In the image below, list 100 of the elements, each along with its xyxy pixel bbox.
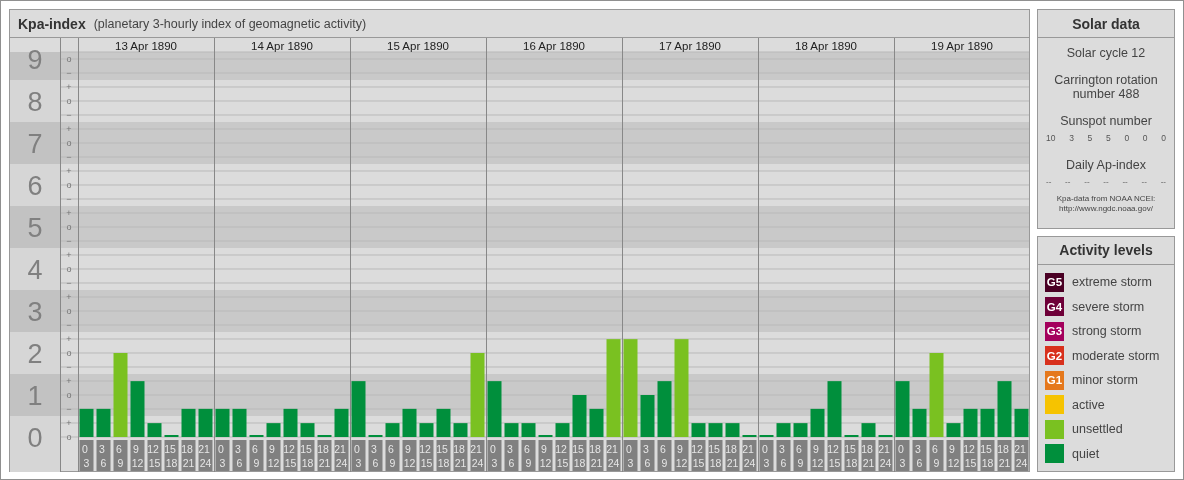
subdivision-label: + (66, 376, 72, 386)
time-slot-label: 18 21 (317, 440, 332, 471)
time-slot-label: 6 9 (929, 440, 944, 471)
time-slot-label: 18 21 (997, 440, 1012, 471)
x-tick-label: 6 9 (524, 443, 532, 469)
solar-cycle: Solar cycle 12 (1065, 46, 1147, 60)
subdivision-label: + (66, 250, 72, 260)
subdivision-label: + (66, 124, 72, 134)
carrington-rotation: Carrington rotation number 488 (1053, 73, 1159, 101)
time-slot-label: 6 9 (385, 440, 400, 471)
date-label: 16 Apr 1890 (523, 39, 585, 52)
subdivision-label: o (66, 264, 72, 274)
time-slot-label: 9 12 (538, 440, 553, 471)
level-label: moderate storm (1072, 348, 1160, 363)
subdivision-label: − (66, 194, 72, 204)
subdivision-label: + (66, 166, 72, 176)
time-slot-label: 15 18 (572, 440, 587, 471)
time-slot-label: 15 18 (708, 440, 723, 471)
time-slot-label: 9 12 (266, 440, 281, 471)
level-label: severe storm (1072, 299, 1145, 314)
time-slot-label: 6 9 (521, 440, 536, 471)
subdivision-label: o (66, 348, 72, 358)
x-tick-label: 3 6 (643, 443, 651, 469)
time-slot-label: 6 9 (793, 440, 808, 471)
kp-level-label: 3 (27, 297, 43, 327)
kp-level-label: 1 (27, 381, 43, 411)
time-slot-label: 18 21 (181, 440, 196, 471)
date-label: 17 Apr 1890 (659, 39, 721, 52)
source-link[interactable]: http://www.ngdc.noaa.gov/ (1059, 204, 1153, 214)
subdivision-label: − (66, 110, 72, 120)
time-slot-label: 9 12 (810, 440, 825, 471)
ap-index-value: -- (1141, 177, 1147, 186)
time-slot-label: 0 3 (79, 440, 94, 471)
subdivision-label: o (66, 432, 72, 442)
date-label: 14 Apr 1890 (251, 39, 313, 52)
x-tick-label: 0 3 (82, 443, 90, 469)
subdivision-label: − (66, 236, 72, 246)
level-label: strong storm (1072, 324, 1142, 338)
ap-index-value: -- (1103, 177, 1109, 186)
subdivision-label: − (66, 362, 72, 372)
source-note: Kpa-data from NOAA NCEI: (1056, 194, 1156, 204)
panel-heading: Activity levels (1038, 236, 1174, 265)
level-swatch: G2 (1045, 346, 1064, 365)
time-slot-label: 15 18 (844, 440, 859, 471)
time-slot-label: 0 3 (759, 440, 774, 471)
time-slot-label: 21 24 (606, 440, 621, 471)
time-slot-label: 21 24 (1014, 440, 1029, 471)
x-tick-label: 0 3 (762, 443, 770, 469)
time-slot-label: 0 3 (487, 440, 502, 471)
subdivision-label: o (66, 306, 72, 316)
time-slot-label: 0 3 (351, 440, 366, 471)
time-slot-label: 3 6 (232, 440, 247, 471)
kp-level-label: 2 (27, 339, 43, 369)
subdivision-label: − (66, 320, 72, 330)
time-slot-label: 18 21 (589, 440, 604, 471)
x-tick-label: 6 9 (252, 443, 260, 469)
time-slot-label: 3 6 (776, 440, 791, 471)
level-swatch: G4 (1045, 297, 1064, 316)
time-slot-label: 12 15 (147, 440, 162, 471)
x-tick-label: 3 6 (915, 443, 923, 469)
ap-index-value: -- (1065, 177, 1071, 186)
subdivision-label: + (66, 418, 72, 428)
x-tick-label: 0 3 (626, 443, 634, 469)
subdivision-label: + (66, 334, 72, 344)
sunspot-value: 10 (1046, 133, 1056, 143)
sunspot-value: 0 (1142, 133, 1148, 143)
subdivision-label: o (66, 390, 72, 400)
panel-title: Kpa-index (18, 15, 86, 32)
time-slot-label: 9 12 (674, 440, 689, 471)
subdivision-label: + (66, 292, 72, 302)
kp-level-label: 0 (27, 423, 43, 453)
subdivision-label: − (66, 278, 72, 288)
subdivision-label: − (66, 404, 72, 414)
x-tick-label: 3 6 (235, 443, 243, 469)
time-slot-label: 18 21 (861, 440, 876, 471)
subdivision-label: o (66, 54, 72, 64)
ap-index-value: -- (1122, 177, 1128, 186)
ap-index-label: Daily Ap-index (1065, 158, 1147, 172)
subdivision-label: o (66, 138, 72, 148)
time-slot-label: 21 24 (470, 440, 485, 471)
x-tick-label: 6 9 (796, 443, 804, 469)
panel-subtitle: (planetary 3-hourly index of geomagnetic activity) (93, 16, 367, 31)
x-tick-label: 3 6 (99, 443, 107, 469)
time-slot-label: 15 18 (300, 440, 315, 471)
kp-level-label: 7 (27, 129, 43, 159)
ap-index-value: -- (1046, 177, 1052, 186)
level-swatch: G5 (1045, 272, 1064, 292)
time-slot-label: 9 12 (946, 440, 961, 471)
kp-level-label: 9 (27, 45, 43, 75)
time-slot-label: 3 6 (640, 440, 655, 471)
time-slot-label: 9 12 (130, 440, 145, 471)
subdivision-label: + (66, 82, 72, 92)
kp-level-label: 8 (27, 87, 43, 117)
date-label: 15 Apr 1890 (387, 39, 449, 52)
ap-index-value: -- (1084, 177, 1090, 186)
level-label: extreme storm (1072, 275, 1152, 289)
time-slot-label: 0 3 (895, 440, 910, 471)
time-slot-label: 9 12 (402, 440, 417, 471)
time-slot-label: 21 24 (334, 440, 349, 471)
time-slot-label: 6 9 (657, 440, 672, 471)
